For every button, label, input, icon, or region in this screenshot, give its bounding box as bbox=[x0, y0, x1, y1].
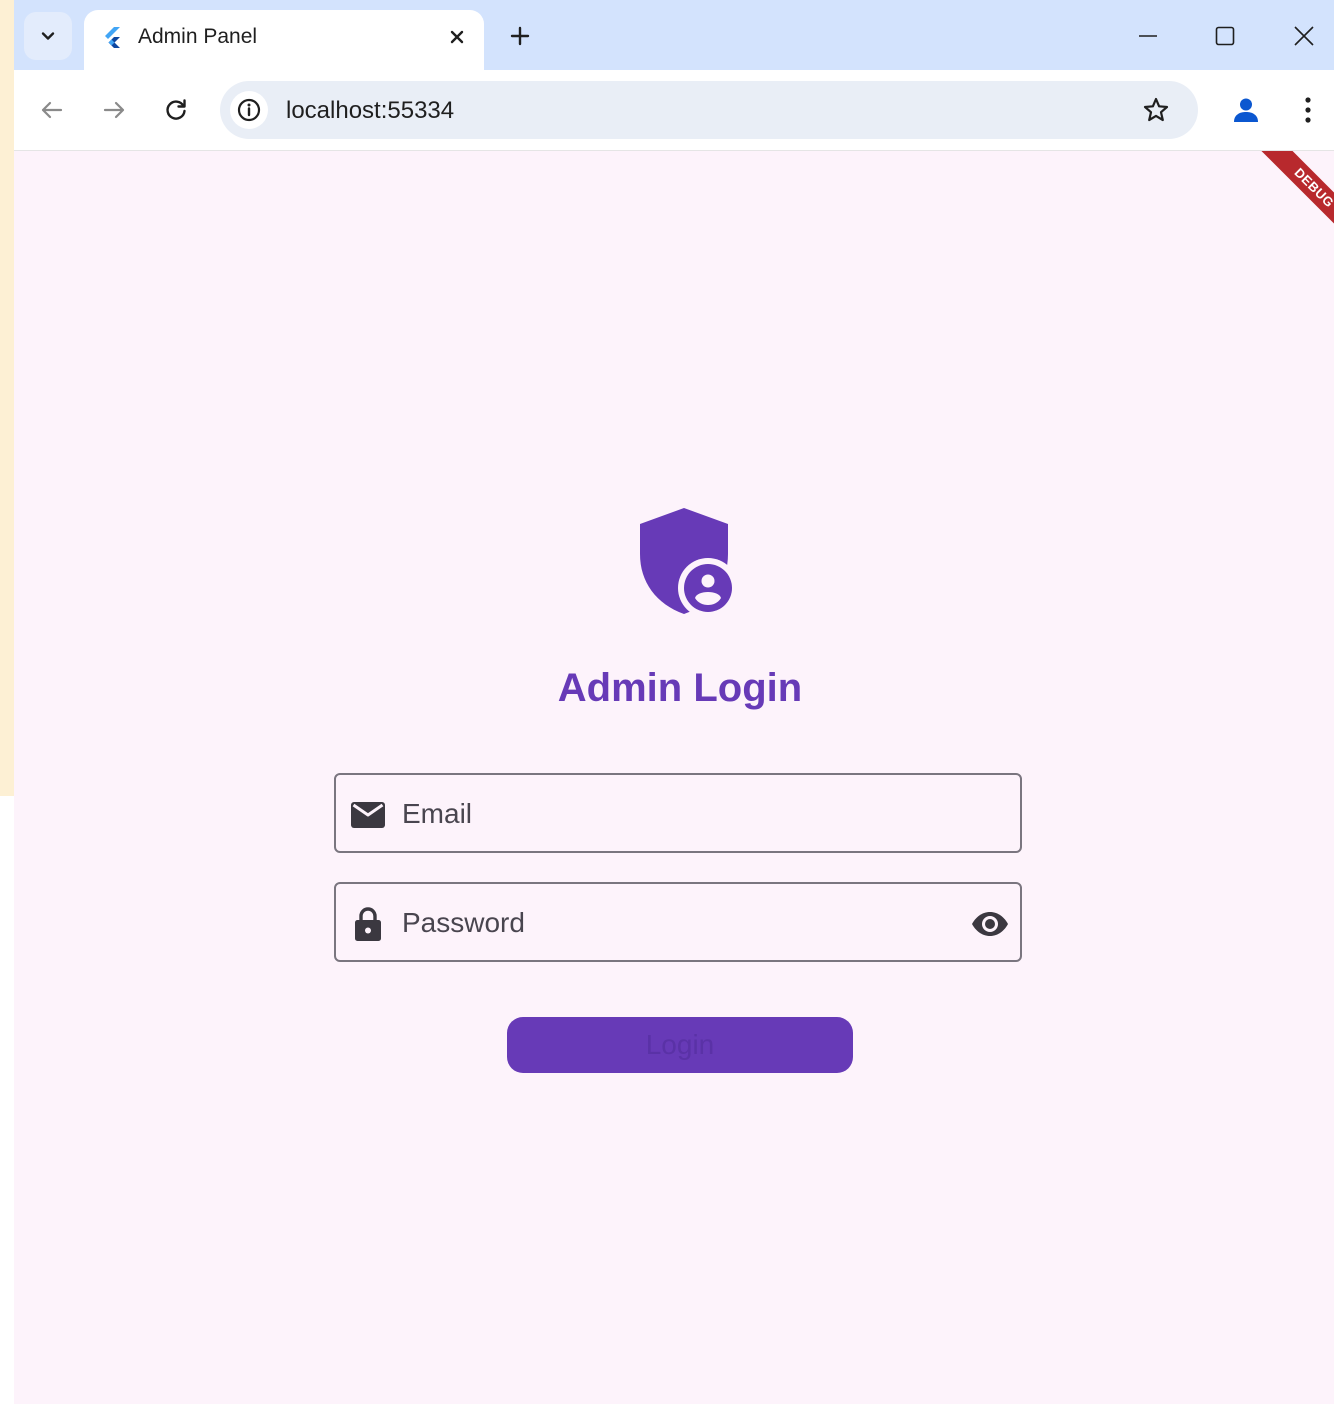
browser-window: Admin Panel localhost:55334 DEBUG Admin … bbox=[14, 0, 1334, 1404]
tab-search-button[interactable] bbox=[24, 12, 72, 60]
password-input[interactable] bbox=[402, 898, 942, 948]
profile-button[interactable] bbox=[1226, 90, 1266, 130]
tab-admin-panel[interactable]: Admin Panel bbox=[84, 10, 484, 70]
info-icon bbox=[237, 98, 261, 122]
browser-menu-button[interactable] bbox=[1288, 90, 1328, 130]
flutter-icon bbox=[105, 27, 120, 48]
debug-banner-label: DEBUG bbox=[1256, 151, 1334, 246]
back-button[interactable] bbox=[32, 90, 72, 130]
address-bar[interactable]: localhost:55334 bbox=[220, 81, 1198, 139]
close-window-button[interactable] bbox=[1284, 18, 1324, 54]
close-icon bbox=[1294, 26, 1314, 46]
app-content: DEBUG Admin Login Email Login bbox=[14, 151, 1334, 1404]
bookmark-button[interactable] bbox=[1138, 92, 1174, 128]
reload-icon bbox=[166, 99, 186, 120]
forward-button[interactable] bbox=[94, 90, 134, 130]
desktop-edge-lower bbox=[0, 796, 14, 1404]
tab-title: Admin Panel bbox=[138, 25, 258, 48]
reload-button[interactable] bbox=[156, 90, 196, 130]
person-icon bbox=[1234, 98, 1258, 122]
site-info-button[interactable] bbox=[230, 91, 268, 129]
lock-icon bbox=[350, 906, 386, 942]
page-title: Admin Login bbox=[557, 666, 803, 710]
kebab-menu-icon bbox=[1305, 97, 1311, 123]
arrow-right-icon bbox=[103, 101, 125, 119]
close-icon bbox=[450, 30, 464, 44]
minimize-button[interactable] bbox=[1128, 18, 1168, 54]
chevron-down-icon bbox=[41, 32, 55, 40]
email-field[interactable] bbox=[334, 773, 1022, 853]
eye-icon bbox=[972, 912, 1008, 936]
admin-shield-icon bbox=[640, 508, 736, 616]
arrow-left-icon bbox=[41, 101, 63, 119]
star-icon bbox=[1143, 97, 1169, 122]
desktop-edge bbox=[0, 0, 14, 1404]
tab-close-button[interactable] bbox=[444, 24, 470, 50]
maximize-button[interactable] bbox=[1205, 18, 1245, 54]
minimize-icon bbox=[1139, 35, 1157, 37]
email-input[interactable] bbox=[402, 789, 942, 839]
password-field[interactable] bbox=[334, 882, 1022, 962]
debug-banner: DEBUG bbox=[1234, 151, 1334, 251]
new-tab-button[interactable] bbox=[504, 20, 536, 52]
toggle-password-visibility-button[interactable] bbox=[970, 904, 1010, 944]
tab-strip: Admin Panel bbox=[14, 0, 1334, 70]
mail-icon bbox=[350, 797, 386, 833]
login-button[interactable]: Login bbox=[507, 1017, 853, 1073]
browser-toolbar: localhost:55334 bbox=[14, 70, 1334, 151]
plus-icon bbox=[510, 26, 530, 46]
url-text[interactable]: localhost:55334 bbox=[286, 97, 454, 125]
maximize-icon bbox=[1215, 26, 1235, 46]
